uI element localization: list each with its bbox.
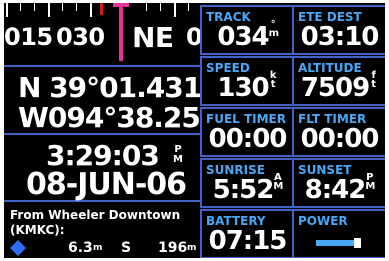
field-unit: ° m xyxy=(268,19,280,39)
field-speed[interactable]: SPEED 130k t xyxy=(200,56,295,106)
field-unit: f t xyxy=(371,70,377,90)
waypoint-from: From Wheeler Downtown xyxy=(10,208,181,222)
field-sunset[interactable]: SUNSET 8:42P M xyxy=(292,158,385,208)
field-value: 130k t xyxy=(217,70,277,104)
field-value: 00:00 xyxy=(300,124,380,154)
field-value: 8:42P M xyxy=(304,172,376,206)
compass-tick xyxy=(160,3,161,11)
waypoint-diamond-icon xyxy=(10,240,26,256)
field-value: 07:15 xyxy=(208,226,288,256)
heading-pointer xyxy=(119,3,123,61)
compass-label-cardinal: NE xyxy=(132,21,174,54)
date-value: 08-JUN-06 xyxy=(26,167,187,202)
field-sunrise[interactable]: SUNRISE 5:52A M xyxy=(200,158,295,208)
waypoint-bearing-unit: m xyxy=(187,243,197,253)
position-panel: N 39°01.431' W094°38.254' xyxy=(4,69,227,135)
compass-label: 015 xyxy=(4,23,53,51)
field-value: 7509 f t xyxy=(294,70,385,104)
time-date-panel: 3:29:03 P M 08-JUN-06 xyxy=(4,137,200,202)
field-value: 00:00 xyxy=(208,124,288,154)
compass-tick xyxy=(20,3,21,11)
field-battery[interactable]: BATTERY 07:15 xyxy=(200,209,295,258)
waypoint-bearing: 196 xyxy=(158,240,188,256)
compass-label: 0 xyxy=(186,23,200,51)
field-unit: P M xyxy=(365,172,376,192)
field-fuel-timer[interactable]: FUEL TIMER 00:00 xyxy=(200,107,295,157)
compass-tick xyxy=(188,3,189,11)
compass-tick xyxy=(146,3,147,11)
compass-tick xyxy=(34,3,35,11)
compass-tick xyxy=(62,3,63,11)
waypoint-direction: S xyxy=(121,240,132,256)
waypoint-panel: From Wheeler Downtown (KMKC): 6.3 m S 19… xyxy=(4,204,200,258)
field-value: 03:10 xyxy=(300,22,380,52)
field-altitude[interactable]: ALTITUDE 7509 f t xyxy=(292,56,385,106)
field-track[interactable]: TRACK 034 ° m xyxy=(200,5,295,55)
field-value: 034 ° m xyxy=(217,19,280,53)
external-power-icon xyxy=(316,238,361,248)
compass-tape: 015 030 NE 0 xyxy=(4,3,200,67)
field-value: 5:52A M xyxy=(212,172,284,206)
longitude: W094°38.254' xyxy=(18,101,227,134)
compass-label: 030 xyxy=(56,23,105,51)
waypoint-code: (KMKC): xyxy=(10,223,65,237)
latitude: N 39°01.431' xyxy=(18,71,210,104)
field-ete-dest[interactable]: ETE DEST 03:10 xyxy=(292,5,385,55)
field-label: POWER xyxy=(298,214,348,228)
compass-tick xyxy=(48,3,50,17)
time-ampm: P M xyxy=(173,144,183,165)
field-unit: k t xyxy=(269,70,277,90)
course-marker xyxy=(100,3,103,15)
compass-tick xyxy=(76,3,77,11)
waypoint-distance-unit: m xyxy=(93,243,103,253)
waypoint-distance: 6.3 xyxy=(68,240,93,256)
compass-tick xyxy=(90,3,92,17)
field-unit: A M xyxy=(273,172,284,192)
field-flt-timer[interactable]: FLT TIMER 00:00 xyxy=(292,107,385,157)
compass-tick xyxy=(6,3,8,17)
gps-screen: 015 030 NE 0 N 39°01.431' W094°38.254' 3… xyxy=(4,3,385,258)
field-power[interactable]: POWER xyxy=(292,209,385,258)
compass-tick xyxy=(174,3,176,17)
